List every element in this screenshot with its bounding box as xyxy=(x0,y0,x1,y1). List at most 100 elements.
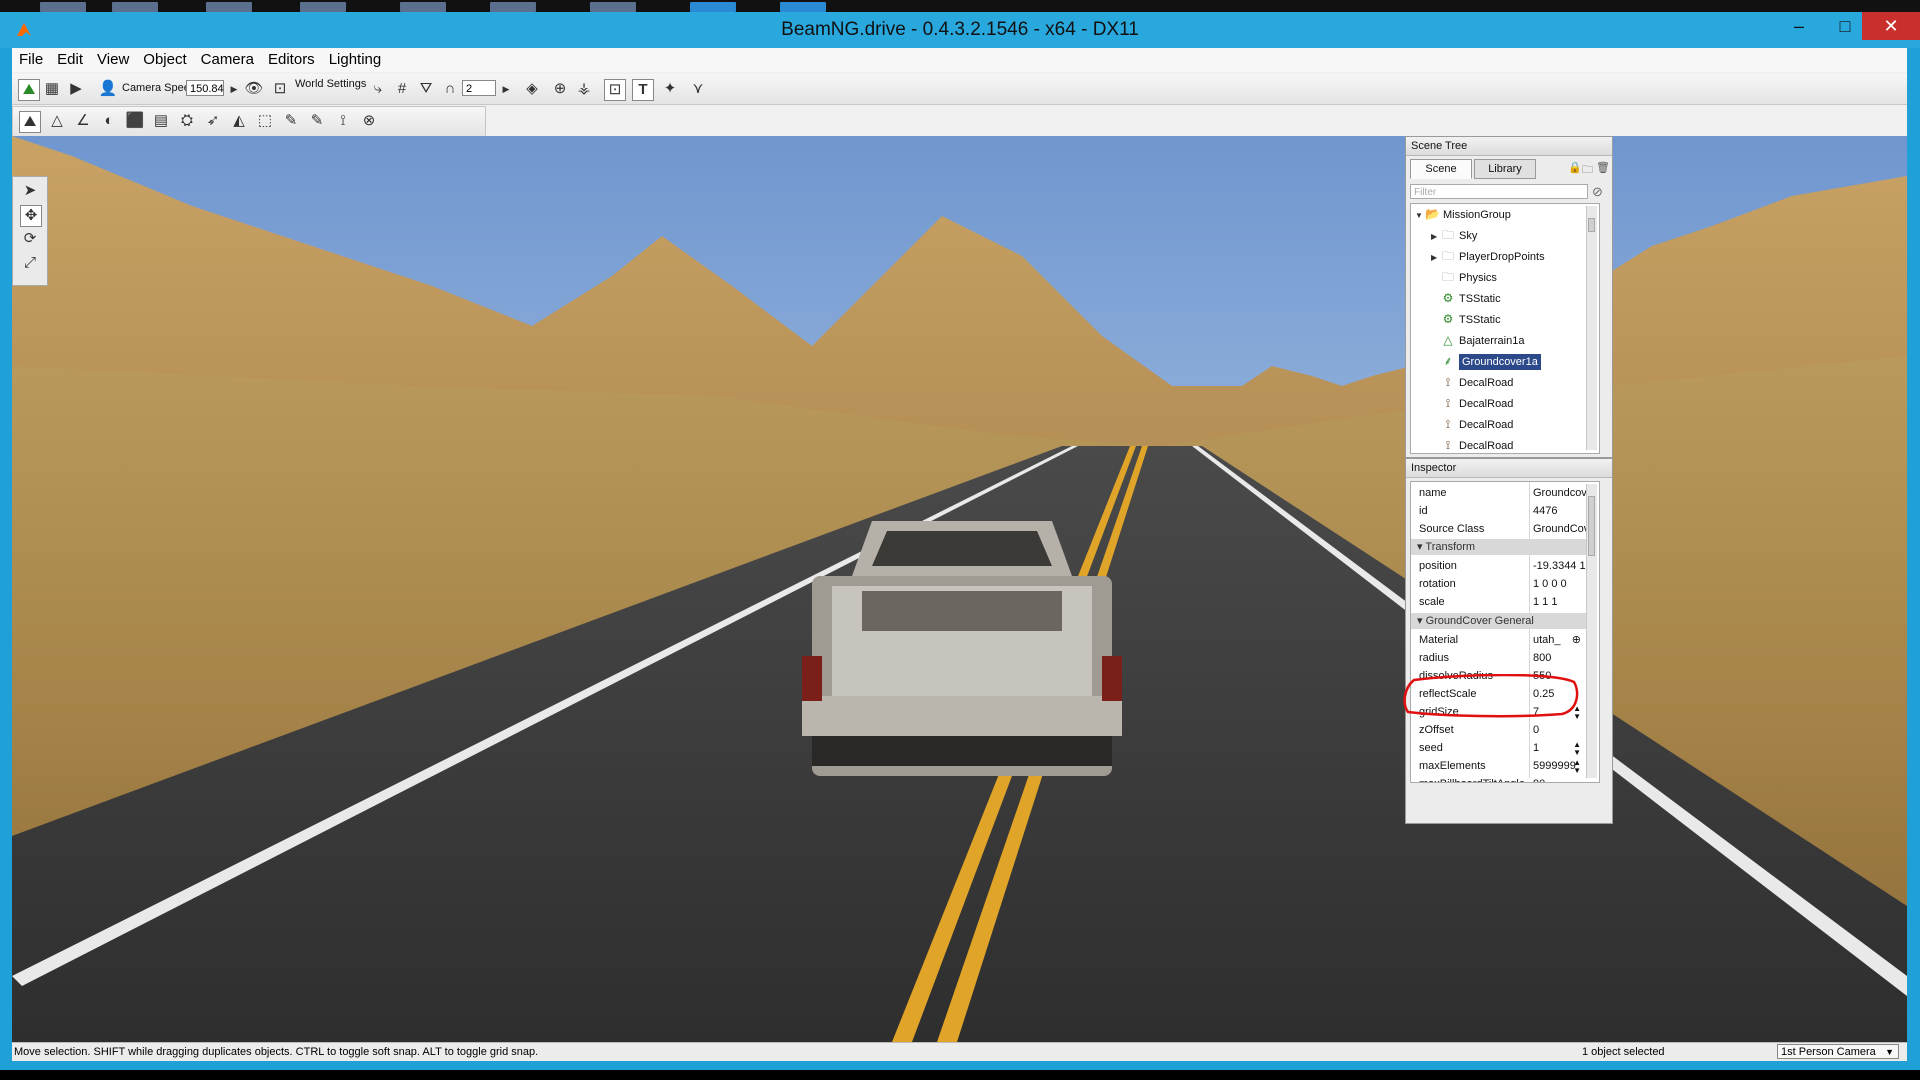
screenshot-icon[interactable]: ⊡ xyxy=(270,79,290,99)
material-editor-icon[interactable]: ◐ xyxy=(99,111,119,131)
inspector-scrollbar[interactable] xyxy=(1586,484,1597,778)
property-value[interactable]: Groundcove xyxy=(1533,484,1591,502)
taskbar-thumbnail[interactable] xyxy=(490,2,536,12)
material-picker-icon[interactable]: ⊕ xyxy=(1572,631,1581,649)
object-selection-icon[interactable]: ◈ xyxy=(522,79,542,99)
taskbar-thumbnail[interactable] xyxy=(690,2,736,12)
datablock-editor-icon[interactable]: ▤ xyxy=(151,111,171,131)
menu-lighting[interactable]: Lighting xyxy=(322,48,389,68)
taskbar-thumbnail[interactable] xyxy=(300,2,346,12)
taskbar-thumbnail[interactable] xyxy=(206,2,252,12)
tree-item-sky[interactable]: ▶ 🗀 Sky xyxy=(1431,225,1477,245)
new-folder-icon[interactable]: 🗀 xyxy=(1582,161,1593,180)
tree-scrollbar[interactable] xyxy=(1586,206,1597,450)
menu-view[interactable]: View xyxy=(90,48,136,68)
property-value[interactable]: 0 xyxy=(1533,721,1591,739)
move-tool-icon[interactable]: ✥ xyxy=(20,205,42,227)
tab-scene[interactable]: Scene xyxy=(1410,159,1472,179)
terrain-painter-icon[interactable]: ∠ xyxy=(73,111,93,131)
menu-file[interactable]: File xyxy=(12,48,50,68)
rotate-tool-icon[interactable]: ⟳ xyxy=(20,229,40,249)
camera-speed-input[interactable]: 150.84 xyxy=(186,80,224,96)
menu-camera[interactable]: Camera xyxy=(194,48,261,68)
chevron-right-icon[interactable]: ▶ xyxy=(496,79,516,99)
river-editor-icon[interactable]: ✎ xyxy=(281,111,301,131)
property-value[interactable]: -19.3344 13 xyxy=(1533,557,1591,575)
title-bar[interactable]: BeamNG.drive - 0.4.3.2.1546 - x64 - DX11… xyxy=(0,12,1920,48)
property-value[interactable]: utah_ xyxy=(1533,631,1591,649)
play-icon[interactable]: ▶ xyxy=(66,79,86,99)
tab-library[interactable]: Library xyxy=(1474,159,1536,179)
object-editor-icon[interactable]: ⛰ xyxy=(19,111,41,133)
tree-item-physics[interactable]: 🗀 Physics xyxy=(1431,267,1497,287)
tree-item-decalroad[interactable]: ⟟ DecalRoad xyxy=(1431,393,1514,413)
sketch-tool-icon[interactable]: ⬛ xyxy=(125,111,145,131)
expand-icon[interactable]: ▼ xyxy=(1415,206,1425,226)
3d-viewport[interactable]: ➤ ✥ ⟳ ⤢ Scene Tree Scene Library 🔒 🗀 🗑 Fi… xyxy=(12,136,1907,1042)
tree-item-tsstatic[interactable]: ⚙ TSStatic xyxy=(1431,309,1501,329)
world-editor-icon[interactable]: ⛰ xyxy=(18,79,40,101)
expand-icon[interactable]: ▶ xyxy=(1431,248,1441,268)
tree-item-playerdroppoints[interactable]: ▶ 🗀 PlayerDropPoints xyxy=(1431,246,1545,266)
select-arrow-icon[interactable]: ➤ xyxy=(20,181,40,201)
ai-icon[interactable]: ✦ xyxy=(660,79,680,99)
section-groundcover-general[interactable]: ▾ GroundCover General xyxy=(1411,613,1587,629)
tree-scroll-thumb[interactable] xyxy=(1588,218,1595,232)
forest-editor-icon[interactable]: ◭ xyxy=(229,111,249,131)
magnet-snap-icon[interactable]: ∩ xyxy=(440,79,460,99)
taskbar-thumbnail[interactable] xyxy=(590,2,636,12)
snap-to-bounds-icon[interactable]: ⤷ xyxy=(368,79,388,99)
taskbar-thumbnail[interactable] xyxy=(780,2,826,12)
menu-object[interactable]: Object xyxy=(136,48,193,68)
decal-editor-icon[interactable]: ➶ xyxy=(203,111,223,131)
close-button[interactable]: ✕ xyxy=(1862,12,1920,40)
inspector-scroll-thumb[interactable] xyxy=(1588,496,1595,556)
chevron-right-icon[interactable]: ▶ xyxy=(224,79,244,99)
property-value[interactable]: 800 xyxy=(1533,649,1591,667)
tree-item-groundcover[interactable]: ⸙ Groundcover1a xyxy=(1431,351,1541,371)
mesh-road-icon[interactable]: ⬚ xyxy=(255,111,275,131)
particle-editor-icon[interactable]: ⛭ xyxy=(177,111,197,131)
grid-snap-icon[interactable]: # xyxy=(392,79,412,99)
object-transform-icon[interactable]: ⚶ xyxy=(574,79,594,99)
spinner-icon[interactable]: ▲ ▼ xyxy=(1573,741,1581,757)
tree-item-bajaterrain[interactable]: △ Bajaterrain1a xyxy=(1431,330,1524,350)
taskbar-thumbnail[interactable] xyxy=(400,2,446,12)
lock-icon[interactable]: 🔒 xyxy=(1568,161,1582,174)
scale-tool-icon[interactable]: ⤢ xyxy=(20,253,40,273)
navmesh-editor-icon[interactable]: ⊗ xyxy=(359,111,379,131)
property-value[interactable]: 1 1 1 xyxy=(1533,593,1591,611)
road-editor-icon[interactable]: ✎ xyxy=(307,111,327,131)
property-value[interactable]: 90 xyxy=(1533,775,1591,782)
fit-selection-icon[interactable]: ⊡ xyxy=(604,79,626,101)
taskbar-thumbnail[interactable] xyxy=(40,2,86,12)
property-value[interactable]: 1 xyxy=(1533,739,1591,757)
player-camera-icon[interactable]: 👤 xyxy=(98,79,118,99)
tree-item-tsstatic[interactable]: ⚙ TSStatic xyxy=(1431,288,1501,308)
decal-road-icon[interactable]: ⟟ xyxy=(333,111,353,131)
bird-icon[interactable]: ⋎ xyxy=(688,79,708,99)
tree-item-decalroad[interactable]: ⟟ DecalRoad xyxy=(1431,414,1514,434)
camera-mode-select[interactable]: 1st Person Camera ▼ xyxy=(1777,1044,1899,1059)
terrain-editor-icon[interactable]: △ xyxy=(47,111,67,131)
tree-item-missiongroup[interactable]: ▼ 📂 MissionGroup xyxy=(1415,204,1511,224)
spinner-icon[interactable]: ▲ ▼ xyxy=(1573,759,1581,775)
menu-edit[interactable]: Edit xyxy=(50,48,90,68)
world-settings-label[interactable]: World Settings xyxy=(295,78,366,90)
object-center-icon[interactable]: ⊕ xyxy=(550,79,570,99)
gui-editor-icon[interactable]: ▦ xyxy=(42,79,62,99)
minimize-button[interactable]: – xyxy=(1776,12,1822,40)
scene-render[interactable] xyxy=(12,136,1907,1042)
tree-item-decalroad[interactable]: ⟟ DecalRoad xyxy=(1431,372,1514,392)
property-value[interactable]: 1 0 0 0 xyxy=(1533,575,1591,593)
delete-icon[interactable]: 🗑 xyxy=(1596,161,1610,174)
taskbar-thumbnail[interactable] xyxy=(112,2,158,12)
expand-icon[interactable]: ▶ xyxy=(1431,227,1441,247)
property-value[interactable]: 5999999 xyxy=(1533,757,1591,775)
text-label-icon[interactable]: T xyxy=(632,79,654,101)
section-transform[interactable]: ▾ Transform xyxy=(1411,539,1587,555)
menu-editors[interactable]: Editors xyxy=(261,48,322,68)
tree-item-decalroad[interactable]: ⟟ DecalRoad xyxy=(1431,435,1514,453)
clear-filter-icon[interactable]: ⊘ xyxy=(1592,184,1603,200)
visibility-eye-icon[interactable]: 👁 xyxy=(244,79,264,99)
